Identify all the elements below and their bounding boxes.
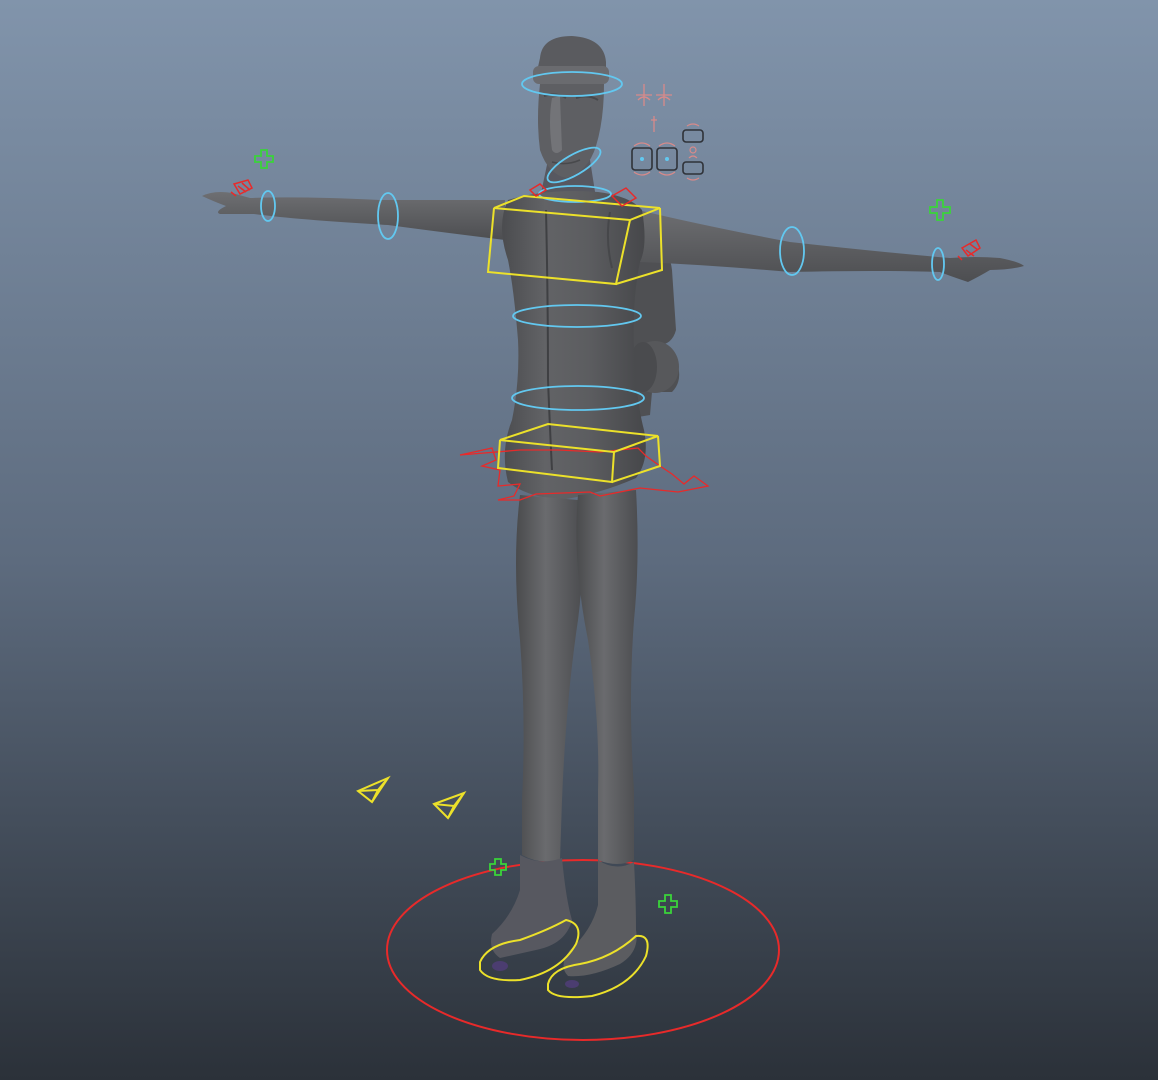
- plus-outline-icon[interactable]: [254, 149, 274, 169]
- hand-left-control[interactable]: [230, 179, 254, 197]
- character-mesh[interactable]: [202, 36, 1024, 988]
- knee-pole-target-right[interactable]: [432, 791, 467, 820]
- torso-mesh[interactable]: [502, 191, 646, 500]
- plus-outline-icon[interactable]: [929, 199, 951, 221]
- leg-right-mesh[interactable]: [576, 490, 638, 864]
- leg-left-mesh[interactable]: [516, 495, 582, 862]
- arm-left-mesh[interactable]: [202, 192, 505, 240]
- brow-controls[interactable]: [636, 84, 672, 106]
- mouth-controls[interactable]: [682, 123, 704, 181]
- nose-control[interactable]: [651, 116, 657, 132]
- head-mesh[interactable]: [533, 36, 609, 178]
- hand-right-control[interactable]: [957, 238, 981, 261]
- knee-pole-target-left[interactable]: [356, 775, 391, 804]
- maya-viewport[interactable]: [0, 0, 1158, 1080]
- eye-left-control[interactable]: [631, 142, 653, 176]
- eye-right-control[interactable]: [656, 142, 678, 176]
- plus-outline-icon[interactable]: [658, 894, 678, 914]
- facial-control-panel[interactable]: [631, 84, 704, 181]
- character-rig-scene[interactable]: [0, 0, 1158, 1080]
- arm-right-mesh[interactable]: [630, 208, 1024, 282]
